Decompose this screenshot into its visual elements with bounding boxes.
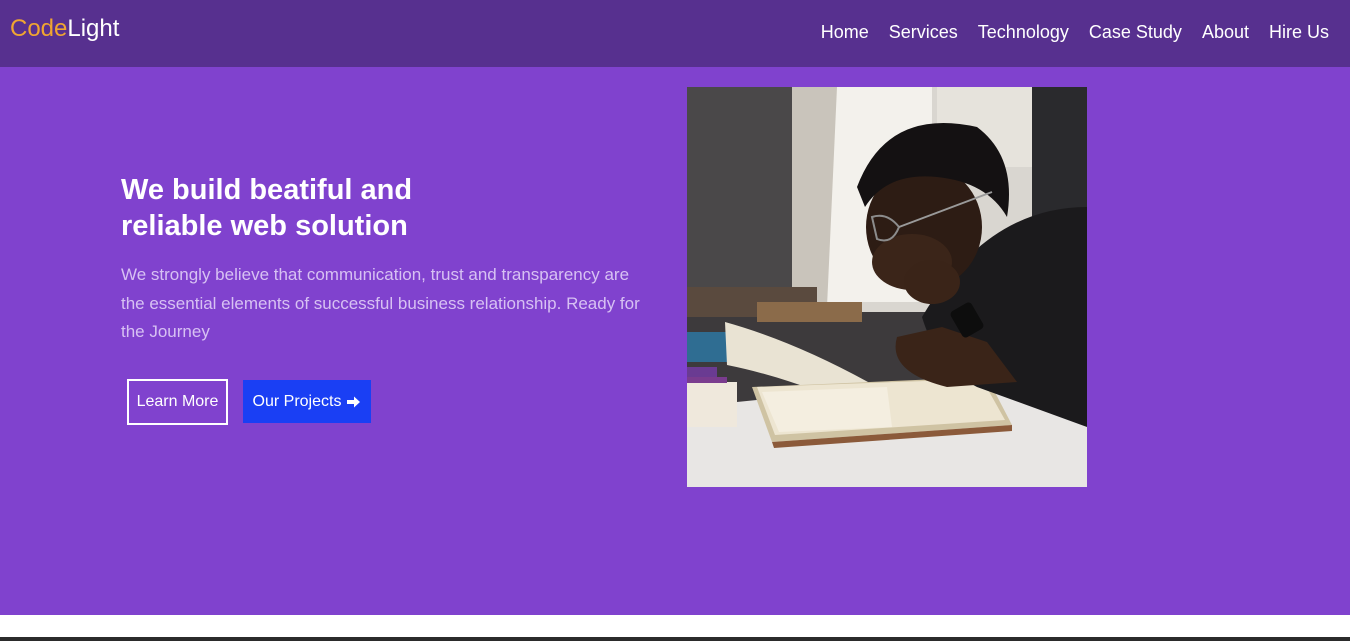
hero-headline: We build beatiful and reliable web solut… <box>121 174 413 242</box>
our-projects-button[interactable]: Our Projects <box>243 380 371 423</box>
brand-name-part-code: Code <box>10 15 68 42</box>
next-section-divider <box>0 637 1350 641</box>
main-nav: Home Services Technology Case Study Abou… <box>821 21 1329 43</box>
learn-more-label: Learn More <box>136 393 219 410</box>
brand-logo[interactable]: CodeLight <box>10 15 119 43</box>
hero-section: We build beatiful and reliable web solut… <box>0 67 1350 615</box>
brand-name-part-light: Light <box>67 15 120 42</box>
learn-more-button[interactable]: Learn More <box>127 379 228 425</box>
our-projects-label: Our Projects <box>252 392 342 410</box>
hero-description: We strongly believe that communication, … <box>121 265 640 341</box>
nav-home[interactable]: Home <box>821 21 869 43</box>
nav-about[interactable]: About <box>1202 21 1249 43</box>
man-reading-book-photo <box>687 87 1087 487</box>
arrow-right-icon <box>346 395 361 409</box>
top-navbar: CodeLight Home Services Technology Case … <box>0 0 1350 67</box>
nav-services[interactable]: Services <box>889 21 958 43</box>
nav-technology[interactable]: Technology <box>978 21 1069 43</box>
nav-hire-us[interactable]: Hire Us <box>1269 21 1329 43</box>
nav-case-study[interactable]: Case Study <box>1089 21 1182 43</box>
